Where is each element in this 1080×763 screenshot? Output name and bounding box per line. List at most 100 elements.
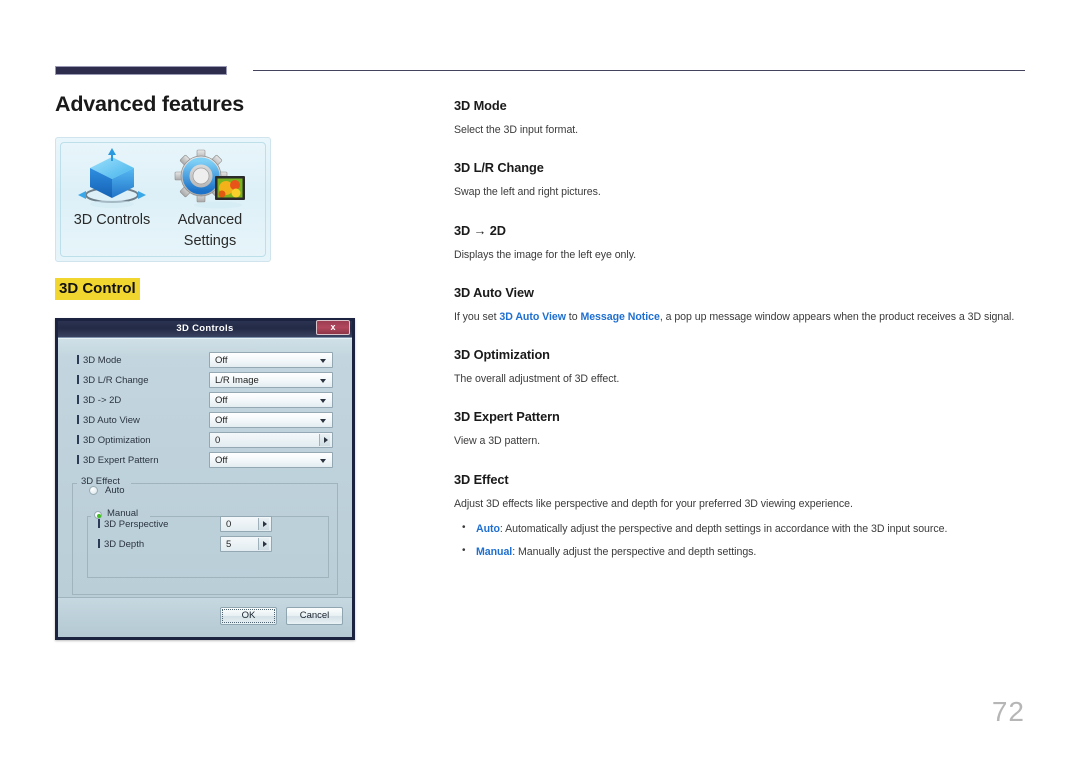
bullet-marker-icon [77, 374, 79, 384]
setting-row-3d-optimization: 3D Optimization 0 [71, 431, 339, 452]
topic-heading: 3D Effect [454, 471, 509, 487]
close-icon[interactable]: x [316, 319, 350, 335]
topic-body: Swap the left and right pictures. [454, 186, 601, 199]
bullet-marker-icon [77, 394, 79, 404]
term-manual: Manual [476, 546, 513, 559]
header-rules [0, 0, 1080, 80]
tile-3d-controls[interactable]: 3D Controls [62, 147, 162, 256]
dropdown-3d-lr-change[interactable]: L/R Image [209, 371, 333, 388]
topic-3d-optimization: 3D Optimization The overall adjustment o… [454, 347, 1026, 386]
setting-row-3d-to-2d: 3D -> 2D Off [71, 391, 339, 412]
topic-3d-auto-view: 3D Auto View If you set 3D Auto View to … [454, 285, 1026, 324]
setting-label: 3D Depth [98, 538, 144, 550]
topic-heading: 3D Auto View [454, 284, 534, 300]
text-pre: If you set [454, 310, 500, 323]
link-message-notice[interactable]: Message Notice [580, 311, 659, 323]
list-item-text: : Manually adjust the perspective and de… [512, 546, 757, 559]
3d-cube-icon [62, 147, 162, 210]
spinner-3d-depth[interactable]: 5 [220, 535, 272, 552]
topic-heading: 3D Expert Pattern [454, 409, 560, 425]
manual-group: Manual 3D Perspective 0 3D Depth 5 [87, 508, 329, 578]
setting-row-3d-mode: 3D Mode Off [71, 351, 339, 372]
gear-picture-icon [160, 148, 260, 210]
setting-label: 3D Mode [77, 354, 122, 366]
spinner-value: 0 [226, 518, 232, 530]
setting-label: 3D Perspective [98, 518, 168, 530]
text-post: , a pop up message window appears when t… [659, 310, 1015, 323]
topic-3d-to-2d: 3D → 2D Displays the image for the left … [454, 223, 1026, 262]
dropdown-3d-to-2d[interactable]: Off [209, 391, 333, 408]
topic-body: The overall adjustment of 3D effect. [454, 373, 620, 386]
spinner-3d-perspective[interactable]: 0 [220, 515, 272, 532]
setting-label: 3D Expert Pattern [77, 454, 159, 466]
3d-controls-dialog: 3D Controls x 3D Mode Off 3D L/R Change … [55, 317, 355, 640]
topic-bullet-list: Auto: Automatically adjust the perspecti… [454, 521, 1026, 560]
radio-icon [89, 485, 98, 495]
chevron-down-icon [320, 398, 326, 403]
topic-heading: 3D Optimization [454, 347, 550, 363]
chevron-right-icon[interactable] [258, 537, 269, 550]
text-mid: to [565, 310, 581, 323]
setting-label: 3D -> 2D [77, 394, 121, 406]
dialog-title: 3D Controls [176, 322, 234, 334]
topic-heading: 3D Mode [454, 98, 507, 113]
bullet-marker-icon [77, 354, 79, 364]
chevron-down-icon [320, 378, 326, 383]
topic-heading: 3D → 2D [454, 222, 506, 238]
topic-body: View a 3D pattern. [454, 435, 541, 448]
spinner-value: 0 [215, 434, 221, 446]
tile-caption: 3D Controls [73, 211, 151, 228]
setting-row-3d-perspective: 3D Perspective 0 [92, 515, 328, 536]
topic-body: Adjust 3D effects like perspective and d… [454, 497, 853, 510]
dropdown-3d-auto-view[interactable]: Off [209, 411, 333, 428]
list-item: Auto: Automatically adjust the perspecti… [454, 521, 1026, 536]
dropdown-value: Off [215, 394, 228, 406]
page-number: 72 [991, 696, 1025, 727]
spinner-3d-optimization[interactable]: 0 [209, 431, 333, 448]
radio-auto[interactable]: Auto [79, 483, 331, 500]
dialog-titlebar: 3D Controls x [58, 319, 352, 338]
setting-row-3d-lr-change: 3D L/R Change L/R Image [71, 371, 339, 392]
dropdown-value: Off [215, 414, 228, 426]
setting-label: 3D Auto View [77, 414, 140, 426]
left-column: Advanced features 3D Controls Advanced S… [55, 92, 415, 640]
bullet-marker-icon [98, 538, 100, 548]
term-auto: Auto [476, 523, 500, 536]
dialog-body: 3D Mode Off 3D L/R Change L/R Image 3D -… [58, 337, 352, 637]
radio-label: Auto [105, 484, 125, 496]
setting-label: 3D Optimization [77, 434, 151, 446]
chevron-right-icon[interactable] [319, 433, 330, 446]
dropdown-3d-mode[interactable]: Off [209, 351, 333, 368]
link-3d-auto-view[interactable]: 3D Auto View [499, 311, 566, 323]
dropdown-value: Off [215, 454, 228, 466]
topic-3d-effect: 3D Effect Adjust 3D effects like perspec… [454, 472, 1026, 560]
topic-body: Displays the image for the left eye only… [454, 248, 637, 261]
section-label: 3D Control [55, 277, 140, 300]
chevron-down-icon [320, 458, 326, 463]
topic-3d-mode: 3D Mode Select the 3D input format. [454, 98, 1026, 137]
bullet-marker-icon [77, 454, 79, 464]
spinner-value: 5 [226, 538, 232, 550]
list-item-text: : Automatically adjust the perspective a… [499, 523, 948, 536]
right-column: 3D Mode Select the 3D input format. 3D L… [454, 98, 1026, 569]
topic-body: If you set 3D Auto View to Message Notic… [454, 310, 1026, 324]
chevron-right-icon[interactable] [258, 517, 269, 530]
topic-heading: 3D L/R Change [454, 160, 544, 176]
tile-advanced-settings[interactable]: Advanced Settings [160, 148, 260, 256]
topic-3d-expert-pattern: 3D Expert Pattern View a 3D pattern. [454, 409, 1026, 448]
chevron-down-icon [320, 358, 326, 363]
dialog-footer: OK Cancel [58, 596, 352, 637]
setting-row-3d-auto-view: 3D Auto View Off [71, 411, 339, 432]
page-title: Advanced features [55, 92, 244, 116]
bullet-marker-icon [77, 414, 79, 424]
list-item: Manual: Manually adjust the perspective … [454, 544, 1026, 559]
bullet-marker-icon [98, 518, 100, 528]
setting-row-3d-depth: 3D Depth 5 [92, 535, 328, 556]
dropdown-3d-expert-pattern[interactable]: Off [209, 451, 333, 468]
dropdown-value: Off [215, 354, 228, 366]
cancel-button[interactable]: Cancel [286, 606, 343, 625]
dropdown-value: L/R Image [215, 374, 259, 386]
setting-row-3d-expert-pattern: 3D Expert Pattern Off [71, 451, 339, 472]
ok-button[interactable]: OK [220, 606, 277, 625]
tile-caption: Advanced Settings [177, 211, 243, 249]
